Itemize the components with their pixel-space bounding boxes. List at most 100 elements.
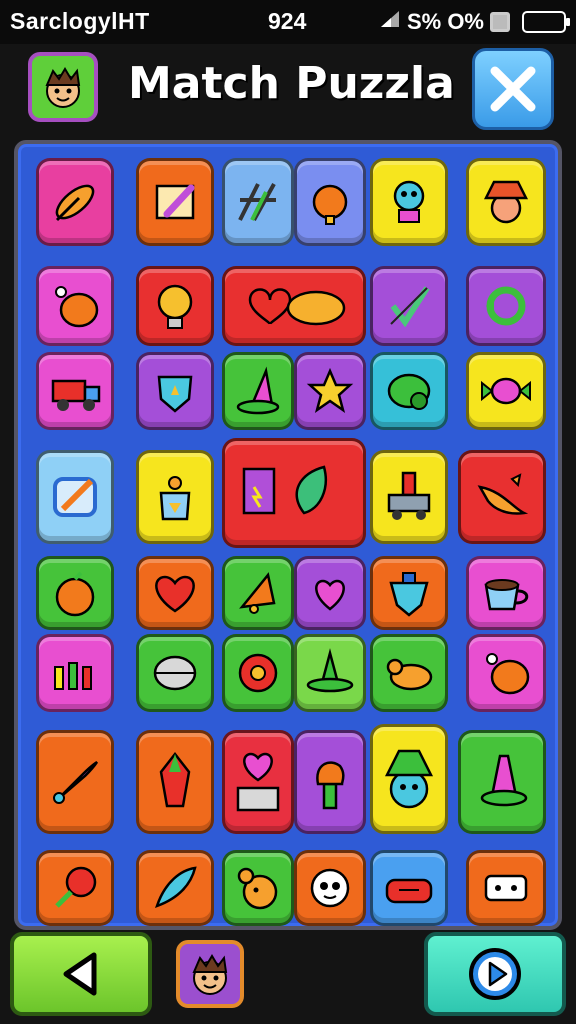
board-tile[interactable] bbox=[370, 158, 448, 246]
close-button[interactable] bbox=[472, 48, 554, 130]
board-tile[interactable] bbox=[36, 266, 114, 346]
board-tile[interactable] bbox=[458, 730, 546, 834]
dragon-icon bbox=[477, 473, 529, 515]
recycle-icon bbox=[486, 286, 526, 326]
close-icon bbox=[490, 66, 536, 112]
truck-icon bbox=[51, 379, 101, 411]
battery-leaf-icon bbox=[242, 465, 327, 515]
avatar-button[interactable] bbox=[28, 52, 98, 122]
radio-icon bbox=[385, 878, 433, 904]
shield-icon bbox=[157, 375, 193, 413]
board-tile[interactable] bbox=[294, 730, 366, 834]
board-tile[interactable] bbox=[370, 266, 448, 346]
player-avatar[interactable] bbox=[176, 940, 244, 1008]
board-tile[interactable] bbox=[222, 438, 366, 548]
board-tile[interactable] bbox=[136, 850, 214, 926]
cup-icon bbox=[484, 579, 529, 611]
back-arrow-icon bbox=[63, 952, 97, 996]
board-tile[interactable] bbox=[136, 352, 214, 430]
board-tile[interactable] bbox=[222, 634, 294, 712]
board-tile[interactable] bbox=[36, 352, 114, 430]
small-heart-icon bbox=[315, 579, 345, 611]
board-tile[interactable] bbox=[466, 850, 546, 926]
board-tile[interactable] bbox=[370, 352, 448, 430]
candles-icon bbox=[54, 662, 92, 690]
board-tile[interactable] bbox=[222, 556, 294, 630]
tower-cart-icon bbox=[387, 471, 431, 520]
status-text: S% O% bbox=[406, 9, 484, 34]
bell-icon bbox=[312, 184, 348, 225]
check-pencil-icon bbox=[390, 286, 430, 328]
board-tile[interactable] bbox=[466, 158, 546, 246]
green-hat-icon bbox=[306, 648, 354, 693]
board-tile[interactable] bbox=[136, 450, 214, 544]
creature-icon bbox=[237, 867, 278, 910]
board-tile[interactable] bbox=[222, 352, 294, 430]
board-tile[interactable] bbox=[294, 634, 366, 712]
board-tile[interactable] bbox=[222, 266, 366, 346]
monster-icon bbox=[384, 749, 434, 809]
orange-icon bbox=[55, 571, 95, 617]
board-tile[interactable] bbox=[466, 634, 546, 712]
lollipop-icon bbox=[55, 866, 97, 908]
torch-icon bbox=[316, 761, 345, 810]
face-icon bbox=[310, 868, 350, 908]
carrier-label: SarclogylHT bbox=[10, 8, 150, 34]
status-indicators: S% O% bbox=[379, 8, 570, 36]
board-tile[interactable] bbox=[36, 556, 114, 630]
potion-icon bbox=[389, 572, 429, 617]
board-tile[interactable] bbox=[294, 556, 366, 630]
board-tile[interactable] bbox=[222, 730, 294, 834]
feather-icon bbox=[55, 184, 95, 222]
board-tile[interactable] bbox=[466, 266, 546, 346]
board-tile[interactable] bbox=[36, 730, 114, 834]
pen-pad-icon bbox=[53, 477, 97, 517]
header: Match Puzzla bbox=[0, 44, 576, 132]
pencil-frame-icon bbox=[155, 184, 195, 220]
board-tile[interactable] bbox=[36, 850, 114, 926]
board-tile[interactable] bbox=[370, 450, 448, 544]
board-tile[interactable] bbox=[222, 158, 294, 246]
board-tile[interactable] bbox=[294, 352, 366, 430]
board-tile[interactable] bbox=[36, 158, 114, 246]
traffic-cone-icon bbox=[480, 754, 528, 807]
hat-face-icon bbox=[483, 180, 529, 224]
crystal-icon bbox=[159, 751, 191, 808]
board-tile[interactable] bbox=[36, 450, 114, 544]
board-tile[interactable] bbox=[136, 730, 214, 834]
drumstick-icon bbox=[486, 653, 530, 695]
clock: 924 bbox=[268, 8, 307, 34]
robot-face-icon bbox=[393, 180, 425, 223]
avatar-icon bbox=[192, 954, 228, 995]
board-tile[interactable] bbox=[370, 850, 448, 926]
board-tile[interactable] bbox=[36, 634, 114, 712]
board-tile[interactable] bbox=[466, 556, 546, 630]
board-tile[interactable] bbox=[458, 450, 546, 544]
board-tile[interactable] bbox=[370, 724, 448, 834]
bell-cone-icon bbox=[239, 572, 276, 614]
tools-icon bbox=[238, 183, 276, 221]
board-tile[interactable] bbox=[370, 634, 448, 712]
chicken-leg-icon bbox=[55, 286, 99, 328]
board-tile[interactable] bbox=[136, 634, 214, 712]
play-icon bbox=[469, 948, 521, 1000]
leaf-feather-icon bbox=[154, 866, 197, 909]
board-tile[interactable] bbox=[294, 158, 366, 246]
star-icon bbox=[306, 367, 354, 413]
candy-icon bbox=[481, 377, 531, 405]
green-blob-icon bbox=[387, 373, 431, 410]
board-tile[interactable] bbox=[136, 266, 214, 346]
board-tile[interactable] bbox=[370, 556, 448, 630]
back-button[interactable] bbox=[10, 932, 152, 1016]
heart-icon bbox=[155, 575, 195, 613]
play-button[interactable] bbox=[424, 932, 566, 1016]
flower-icon bbox=[238, 653, 278, 693]
board-tile[interactable] bbox=[466, 352, 546, 430]
board-tile[interactable] bbox=[136, 556, 214, 630]
teapot-icon bbox=[159, 476, 191, 521]
board-tile[interactable] bbox=[136, 158, 214, 246]
board-tile[interactable] bbox=[294, 850, 366, 926]
board-tile[interactable] bbox=[222, 850, 294, 926]
page-title: Match Puzzla bbox=[128, 58, 455, 109]
dome-icon bbox=[153, 655, 197, 691]
